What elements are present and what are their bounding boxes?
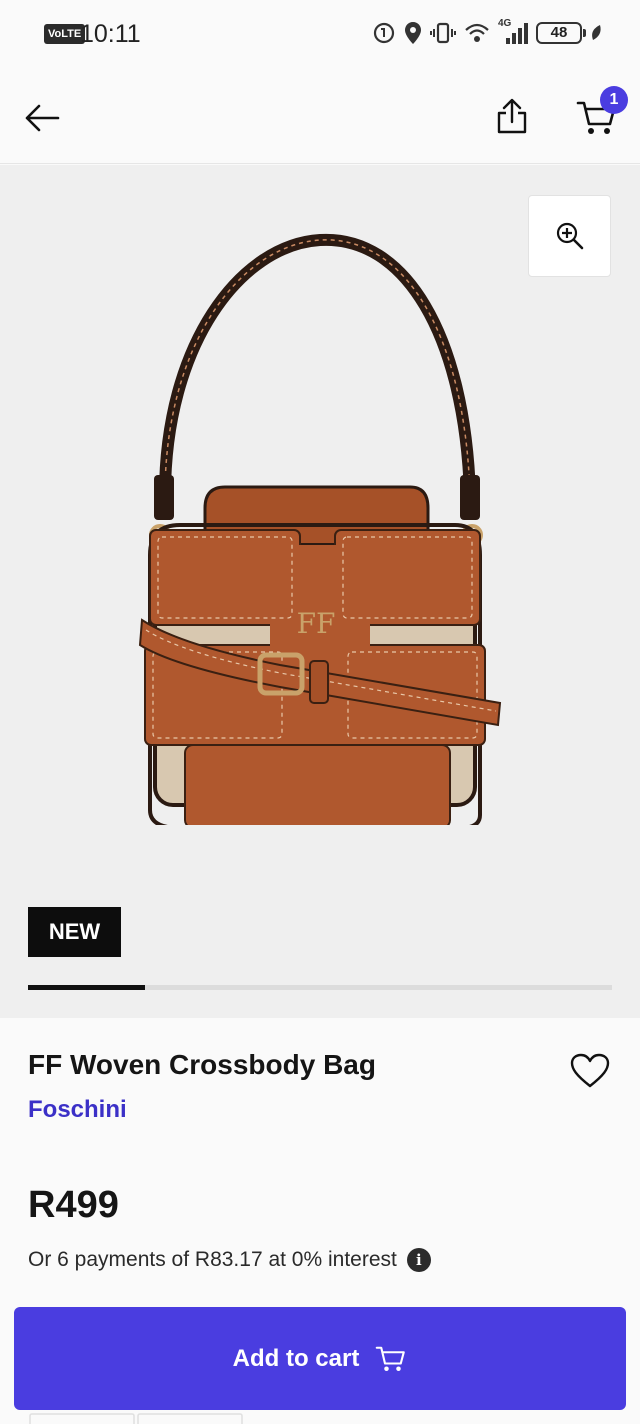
product-title: FF Woven Crossbody Bag — [28, 1049, 376, 1080]
info-icon[interactable]: i — [406, 1248, 431, 1272]
wishlist-button[interactable] — [566, 1048, 614, 1094]
battery-indicator: 48 — [536, 22, 586, 44]
zoom-button[interactable] — [528, 195, 611, 277]
add-to-cart-button[interactable]: Add to cart — [14, 1307, 626, 1410]
data-saver-icon — [373, 22, 395, 44]
installments-text: Or 6 payments of R83.17 at 0% interest — [28, 1248, 397, 1271]
share-icon — [497, 98, 527, 134]
location-icon — [405, 22, 421, 44]
status-icons: 4G 48 — [372, 18, 602, 46]
cart-count-badge: 1 — [600, 86, 628, 114]
zoom-in-icon — [556, 222, 583, 250]
heart-icon — [570, 1053, 610, 1088]
share-button[interactable] — [490, 94, 534, 138]
below-fold-content — [29, 1413, 243, 1424]
leaf-icon — [592, 25, 601, 40]
app-header: 1 — [0, 66, 640, 164]
cell-signal: 4G — [498, 18, 528, 46]
product-image: FF — [138, 233, 502, 825]
signal-bars-icon — [506, 23, 528, 44]
wifi-icon — [465, 23, 489, 42]
new-badge: NEW — [28, 907, 121, 957]
back-button[interactable] — [20, 96, 64, 140]
add-to-cart-label: Add to cart — [232, 1344, 360, 1372]
gallery-progress-fill — [28, 985, 145, 990]
status-time: 10:11 — [80, 20, 141, 48]
gallery-progress-track — [28, 985, 612, 990]
vibrate-icon — [430, 22, 456, 44]
installments-info: Or 6 payments of R83.17 at 0% interest i — [28, 1246, 431, 1274]
product-image-gallery[interactable]: FF NEW — [0, 165, 640, 1018]
svg-text:FF: FF — [297, 607, 336, 640]
cart-icon — [376, 1346, 406, 1371]
brand-link[interactable]: Foschini — [28, 1094, 127, 1126]
cart-button[interactable]: 1 — [570, 86, 628, 142]
product-price: R499 — [28, 1184, 119, 1226]
status-bar: VoLTE 10:11 4G 48 — [0, 0, 640, 66]
product-info: FF Woven Crossbody Bag Foschini R499 Or … — [0, 1018, 640, 1424]
arrow-left-icon — [25, 104, 60, 132]
